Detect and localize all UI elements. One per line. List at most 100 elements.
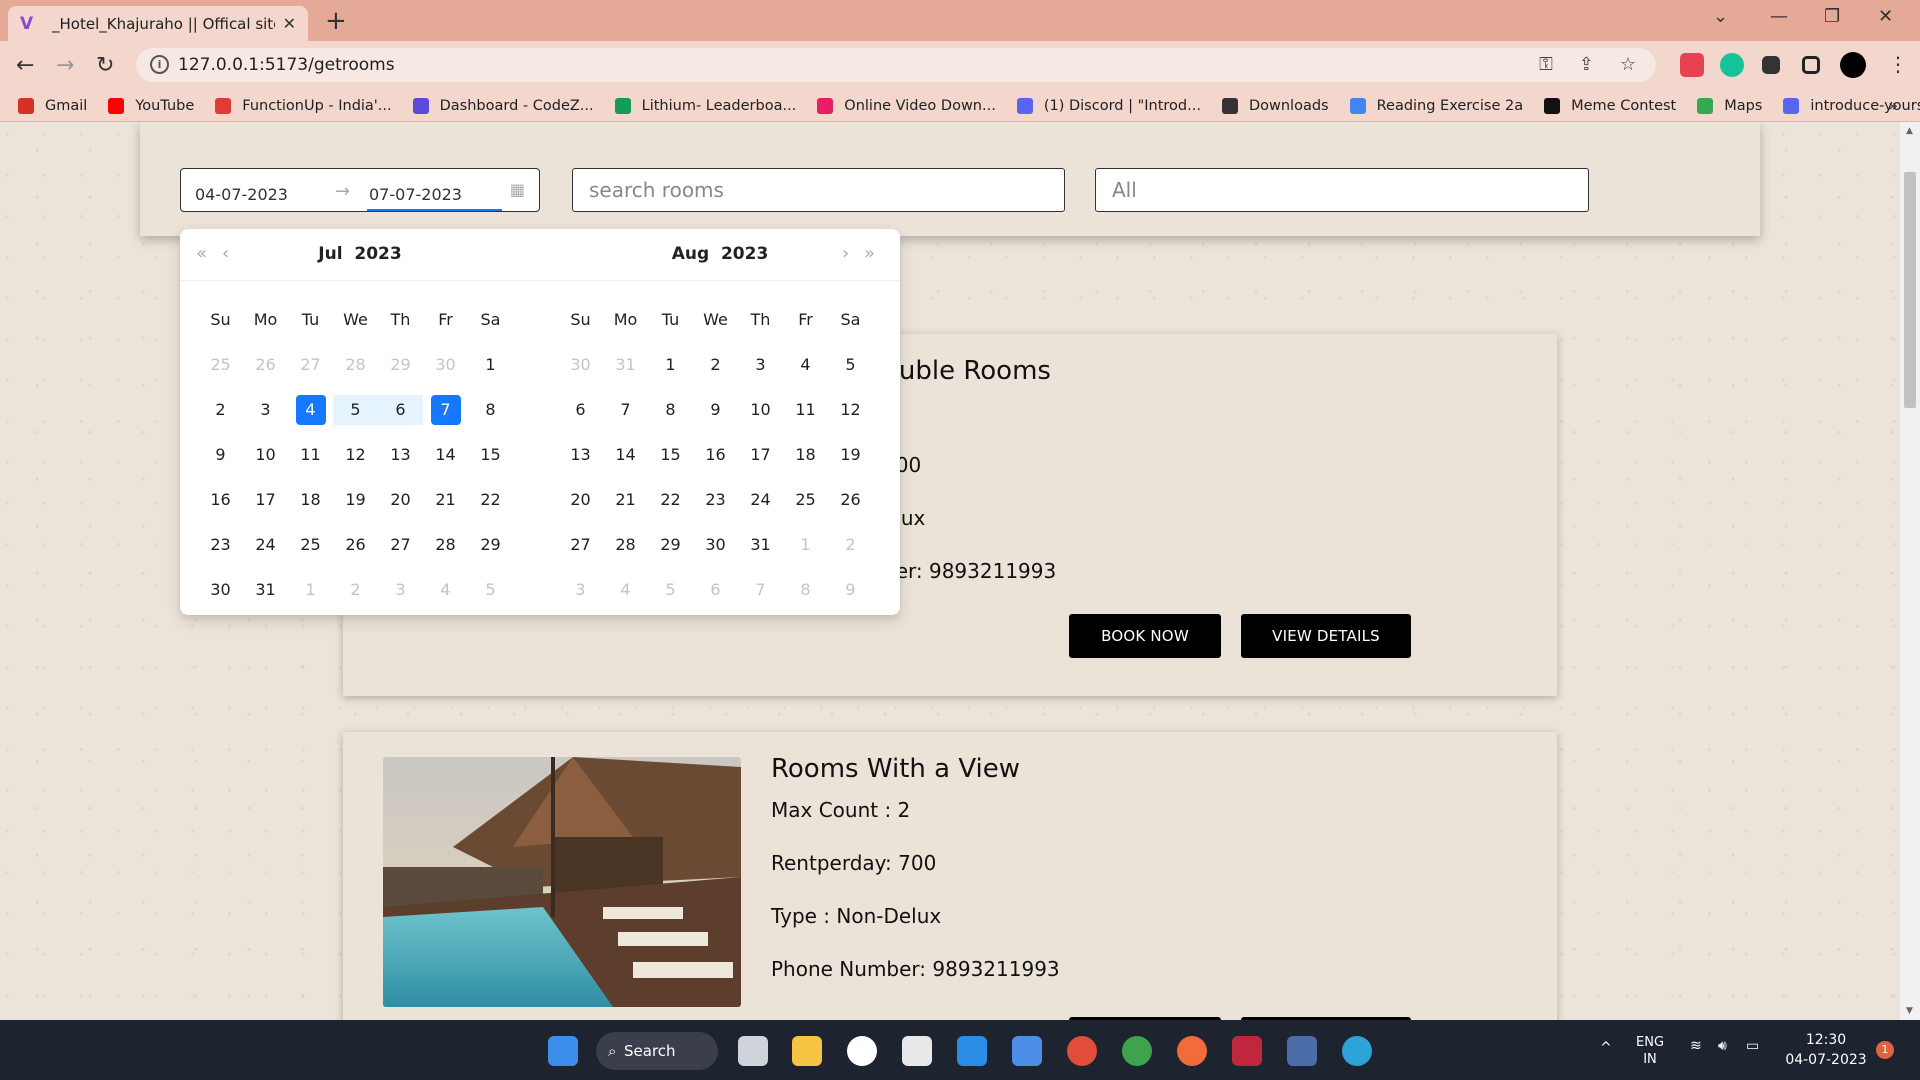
calendar-day[interactable]: 11 bbox=[288, 440, 333, 470]
volume-icon[interactable]: 🔊︎ bbox=[1718, 1038, 1727, 1054]
calendar-day[interactable]: 7 bbox=[603, 395, 648, 425]
mail-icon[interactable] bbox=[1012, 1036, 1042, 1066]
calendar-day[interactable]: 23 bbox=[198, 530, 243, 560]
forward-icon[interactable]: → bbox=[56, 53, 74, 78]
end-date-input[interactable]: 07-07-2023 bbox=[369, 185, 462, 204]
calendar-day[interactable]: 25 bbox=[288, 530, 333, 560]
calendar-day[interactable]: 12 bbox=[828, 395, 873, 425]
search-input[interactable]: search rooms bbox=[572, 168, 1065, 212]
close-tab-icon[interactable]: ✕ bbox=[283, 14, 296, 33]
bookmark-item[interactable]: Lithium- Leaderboa... bbox=[614, 97, 796, 114]
calendar-icon[interactable]: ▦ bbox=[510, 180, 525, 199]
bookmark-item[interactable]: YouTube bbox=[108, 97, 194, 114]
calendar-day-outside[interactable]: 30 bbox=[423, 350, 468, 380]
calendar-day-outside[interactable]: 4 bbox=[423, 575, 468, 605]
calendar-day[interactable]: 31 bbox=[243, 575, 288, 605]
calendar-day[interactable]: 17 bbox=[738, 440, 783, 470]
tab-search-icon[interactable]: ⌄ bbox=[1713, 6, 1728, 27]
chrome-profile-icon[interactable] bbox=[1122, 1036, 1152, 1066]
calendar-day[interactable]: 2 bbox=[198, 395, 243, 425]
new-tab-button[interactable]: + bbox=[325, 8, 347, 34]
calendar-day-outside[interactable]: 2 bbox=[828, 530, 873, 560]
calendar-day[interactable]: 21 bbox=[423, 485, 468, 515]
calendar-day[interactable]: 20 bbox=[558, 485, 603, 515]
calendar-day[interactable]: 18 bbox=[288, 485, 333, 515]
calendar-day[interactable]: 15 bbox=[468, 440, 513, 470]
store-icon[interactable] bbox=[902, 1036, 932, 1066]
calendar-day[interactable]: 29 bbox=[468, 530, 513, 560]
site-info-icon[interactable]: i bbox=[150, 55, 169, 74]
calendar-day[interactable]: 28 bbox=[423, 530, 468, 560]
bookmark-item[interactable]: Dashboard - CodeZ... bbox=[412, 97, 594, 114]
calendar-day-outside[interactable]: 5 bbox=[468, 575, 513, 605]
calendar-day[interactable]: 6 bbox=[378, 394, 423, 425]
date-range-picker[interactable]: 04-07-2023 → 07-07-2023 ▦ bbox=[180, 168, 540, 212]
calendar-day-outside[interactable]: 30 bbox=[558, 350, 603, 380]
scroll-down-icon[interactable]: ▼ bbox=[1906, 1006, 1913, 1016]
calendar-day[interactable]: 25 bbox=[783, 485, 828, 515]
calendar-day[interactable]: 13 bbox=[558, 440, 603, 470]
app-icon[interactable] bbox=[1287, 1036, 1317, 1066]
calendar-day[interactable]: 17 bbox=[243, 485, 288, 515]
calendar-day[interactable]: 22 bbox=[468, 485, 513, 515]
calendar-day[interactable]: 12 bbox=[333, 440, 378, 470]
calendar-day[interactable]: 7 bbox=[423, 394, 468, 425]
calendar-day-outside[interactable]: 2 bbox=[333, 575, 378, 605]
calendar-day[interactable]: 31 bbox=[738, 530, 783, 560]
chrome-icon[interactable] bbox=[1067, 1036, 1097, 1066]
calendar-day-outside[interactable]: 1 bbox=[783, 530, 828, 560]
file-explorer-icon[interactable] bbox=[792, 1036, 822, 1066]
bookmark-item[interactable]: Maps bbox=[1697, 97, 1762, 114]
scroll-up-icon[interactable]: ▲ bbox=[1906, 126, 1913, 136]
address-bar[interactable]: i 127.0.0.1:5173/getrooms ⚿ ⇪ ☆ bbox=[136, 48, 1656, 82]
taskbar-search[interactable]: ⌕ Search bbox=[596, 1032, 718, 1070]
calendar-day[interactable]: 6 bbox=[558, 395, 603, 425]
calendar-day[interactable]: 10 bbox=[738, 395, 783, 425]
back-icon[interactable]: ← bbox=[16, 53, 34, 78]
calendar-day[interactable]: 23 bbox=[693, 485, 738, 515]
battery-icon[interactable]: ▭ bbox=[1746, 1038, 1759, 1054]
calendar-day[interactable]: 18 bbox=[783, 440, 828, 470]
year-label[interactable]: 2023 bbox=[354, 244, 401, 264]
calendar-day[interactable]: 21 bbox=[603, 485, 648, 515]
calendar-day[interactable]: 2 bbox=[693, 350, 738, 380]
calendar-day[interactable]: 13 bbox=[378, 440, 423, 470]
page-scrollbar[interactable]: ▲ ▼ bbox=[1900, 122, 1920, 1020]
calendar-day[interactable]: 22 bbox=[648, 485, 693, 515]
extension-red-icon[interactable] bbox=[1680, 53, 1704, 77]
restore-button[interactable]: ❐ bbox=[1824, 6, 1840, 27]
calendar-day[interactable]: 16 bbox=[198, 485, 243, 515]
calendar-day[interactable]: 5 bbox=[333, 394, 378, 425]
bookmark-item[interactable]: (1) Discord | "Introd... bbox=[1016, 97, 1201, 114]
calendar-day-outside[interactable]: 26 bbox=[243, 350, 288, 380]
scroll-thumb[interactable] bbox=[1904, 172, 1916, 408]
calendar-day-outside[interactable]: 3 bbox=[558, 575, 603, 605]
calendar-day[interactable]: 1 bbox=[468, 350, 513, 380]
wifi-icon[interactable]: ≋ bbox=[1690, 1038, 1702, 1054]
start-date-input[interactable]: 04-07-2023 bbox=[195, 185, 288, 204]
calendar-day-outside[interactable]: 4 bbox=[603, 575, 648, 605]
share-icon[interactable]: ⇪ bbox=[1579, 54, 1594, 75]
calendar-day[interactable]: 3 bbox=[243, 395, 288, 425]
calendar-day-outside[interactable]: 1 bbox=[288, 575, 333, 605]
calendar-day[interactable]: 14 bbox=[603, 440, 648, 470]
year-label[interactable]: 2023 bbox=[721, 244, 768, 264]
calendar-day[interactable]: 9 bbox=[693, 395, 738, 425]
calendar-day[interactable]: 11 bbox=[783, 395, 828, 425]
side-panel-icon[interactable] bbox=[1802, 56, 1820, 74]
clock[interactable]: 12:30 04-07-2023 bbox=[1782, 1030, 1870, 1070]
calendar-day-outside[interactable]: 29 bbox=[378, 350, 423, 380]
month-label[interactable]: Jul bbox=[318, 244, 342, 264]
bookmark-item[interactable]: Downloads bbox=[1221, 97, 1329, 114]
calendar-day[interactable]: 3 bbox=[738, 350, 783, 380]
calendar-day[interactable]: 27 bbox=[378, 530, 423, 560]
calendar-day[interactable]: 4 bbox=[783, 350, 828, 380]
minimize-button[interactable]: — bbox=[1770, 6, 1788, 27]
bookmark-item[interactable]: Online Video Down... bbox=[817, 97, 996, 114]
calendar-day[interactable]: 9 bbox=[198, 440, 243, 470]
calendar-day[interactable]: 20 bbox=[378, 485, 423, 515]
calendar-day-outside[interactable]: 31 bbox=[603, 350, 648, 380]
calendar-day[interactable]: 24 bbox=[243, 530, 288, 560]
calendar-day[interactable]: 26 bbox=[828, 485, 873, 515]
bookmark-item[interactable]: Reading Exercise 2a bbox=[1349, 97, 1523, 114]
